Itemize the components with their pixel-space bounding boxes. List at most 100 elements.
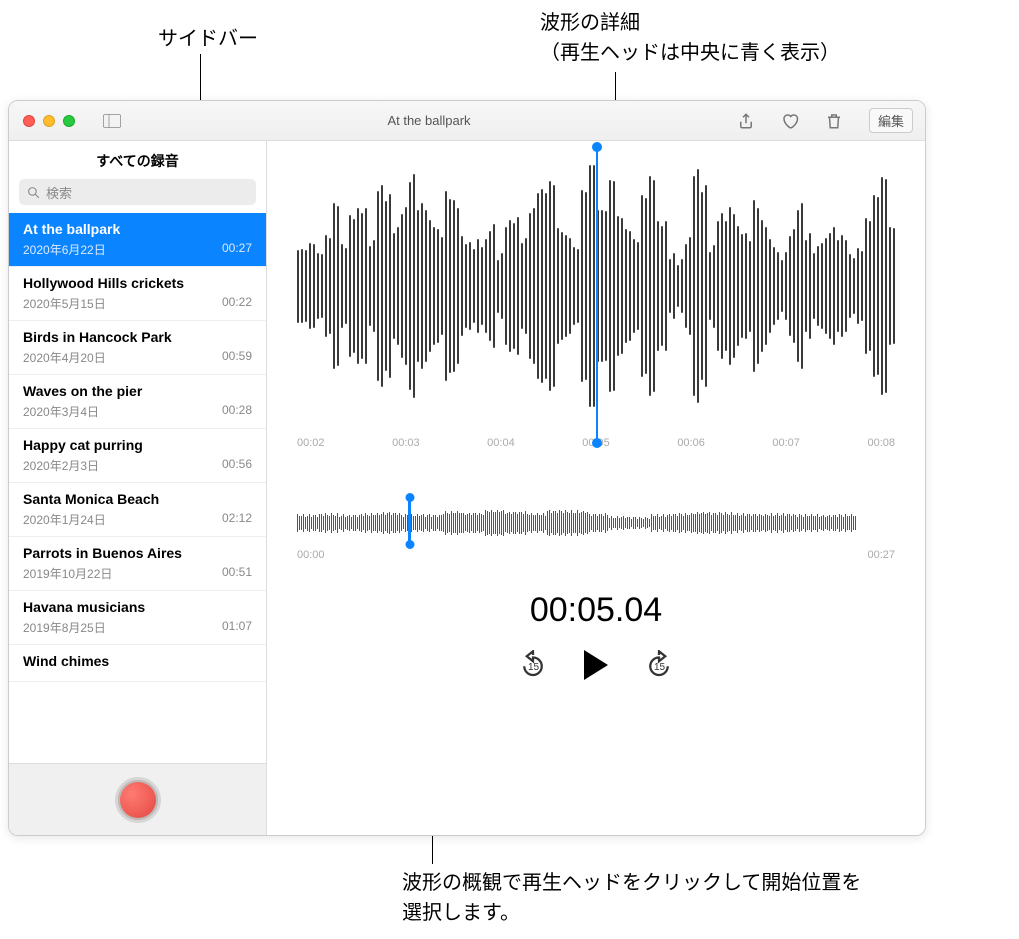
overview-bar xyxy=(667,515,668,530)
heart-icon[interactable] xyxy=(781,112,799,130)
playhead-detail[interactable] xyxy=(596,147,598,443)
overview-bar xyxy=(399,513,400,534)
waveform-bar xyxy=(781,260,783,312)
overview-bar xyxy=(745,516,746,530)
list-item[interactable]: Havana musicians 2019年8月25日01:07 xyxy=(9,591,266,645)
item-date: 2020年4月20日 xyxy=(23,349,106,366)
waveform-bar xyxy=(537,193,539,378)
overview-bar xyxy=(325,513,326,532)
waveform-bar xyxy=(333,203,335,370)
waveform-bar xyxy=(373,240,375,332)
rewind-15-icon[interactable]: 15 xyxy=(518,650,548,680)
overview-bar xyxy=(809,516,810,529)
overview-bar xyxy=(319,514,320,532)
overview-bar xyxy=(499,512,500,534)
overview-bar xyxy=(345,517,346,529)
list-item[interactable]: Parrots in Buenos Aires 2019年10月22日00:51 xyxy=(9,537,266,591)
overview-bar xyxy=(299,516,300,529)
overview-bar xyxy=(519,512,520,535)
callout-sidebar: サイドバー xyxy=(158,24,258,54)
overview-bar xyxy=(831,517,832,528)
overview-bar xyxy=(459,513,460,532)
share-icon[interactable] xyxy=(737,112,755,130)
overview-bar xyxy=(419,516,420,530)
overview-bar xyxy=(725,512,726,534)
overview-bar xyxy=(343,514,344,531)
item-date: 2020年5月15日 xyxy=(23,295,106,312)
overview-bar xyxy=(711,515,712,532)
sidebar-toggle-icon[interactable] xyxy=(103,114,121,128)
waveform-overview[interactable]: 00:00 00:27 xyxy=(297,501,895,561)
edit-button[interactable]: 編集 xyxy=(869,108,913,133)
overview-bar xyxy=(591,516,592,530)
waveform-bar xyxy=(561,232,563,341)
waveform-bar xyxy=(349,215,351,357)
waveform-bar xyxy=(513,223,515,350)
overview-bar xyxy=(317,517,318,529)
tick-label: 00:08 xyxy=(867,437,895,449)
zoom-icon[interactable] xyxy=(63,115,75,127)
waveform-bar xyxy=(809,233,811,339)
waveform-bar xyxy=(621,218,623,354)
waveform-bar xyxy=(501,253,503,320)
sidebar: すべての録音 検索 At the ballpark 2020年6月22日00:2… xyxy=(9,141,267,835)
waveform-bar xyxy=(365,208,367,364)
waveform-bar xyxy=(481,247,483,325)
forward-15-icon[interactable]: 15 xyxy=(644,650,674,680)
overview-bar xyxy=(761,515,762,532)
item-name: Waves on the pier xyxy=(23,383,252,399)
overview-bar xyxy=(815,516,816,530)
waveform-bar xyxy=(869,221,871,351)
overview-bar xyxy=(457,511,458,535)
overview-bar xyxy=(755,514,756,531)
overview-bar xyxy=(353,515,354,531)
waveform-bar xyxy=(721,213,723,359)
search-input[interactable]: 検索 xyxy=(19,179,256,205)
waveform-bar xyxy=(805,240,807,332)
list-item[interactable]: Santa Monica Beach 2020年1月24日02:12 xyxy=(9,483,266,537)
play-button[interactable] xyxy=(584,650,608,680)
waveform-detail[interactable]: 00:0200:0300:0400:0500:0600:0700:08 xyxy=(267,141,925,471)
overview-bar xyxy=(543,513,544,533)
list-item[interactable]: Waves on the pier 2020年3月4日00:28 xyxy=(9,375,266,429)
tick-label: 00:07 xyxy=(772,437,800,449)
item-date: 2019年10月22日 xyxy=(23,565,112,582)
overview-bar xyxy=(835,515,836,530)
overview-bar xyxy=(691,513,692,533)
list-item[interactable]: Hollywood Hills crickets 2020年5月15日00:22 xyxy=(9,267,266,321)
list-item[interactable]: Wind chimes xyxy=(9,645,266,682)
overview-bar xyxy=(517,514,518,532)
waveform-bar xyxy=(361,213,363,359)
waveform-bar xyxy=(761,220,763,353)
overview-bar xyxy=(485,510,486,536)
playhead-overview[interactable] xyxy=(408,497,411,545)
waveform-bar xyxy=(425,210,427,361)
close-icon[interactable] xyxy=(23,115,35,127)
overview-bar xyxy=(439,515,440,532)
overview-bar xyxy=(329,516,330,530)
record-button[interactable] xyxy=(115,777,161,823)
overview-bar xyxy=(649,519,650,527)
waveform-bar xyxy=(893,228,895,345)
overview-bar xyxy=(321,514,322,531)
list-item[interactable]: Birds in Hancock Park 2020年4月20日00:59 xyxy=(9,321,266,375)
overview-start: 00:00 xyxy=(297,549,325,561)
trash-icon[interactable] xyxy=(825,112,843,130)
overview-bar xyxy=(841,515,842,530)
minimize-icon[interactable] xyxy=(43,115,55,127)
overview-bar xyxy=(471,515,472,530)
list-item[interactable]: At the ballpark 2020年6月22日00:27 xyxy=(9,213,266,267)
overview-bar xyxy=(817,514,818,531)
overview-bar xyxy=(559,510,560,535)
overview-bar xyxy=(339,517,340,530)
waveform-bar xyxy=(493,224,495,348)
overview-bar xyxy=(777,513,778,533)
list-item[interactable]: Happy cat purring 2020年2月3日00:56 xyxy=(9,429,266,483)
overview-bar xyxy=(813,516,814,529)
overview-bar xyxy=(429,514,430,531)
waveform-bar xyxy=(585,192,587,381)
overview-bar xyxy=(445,511,446,535)
titlebar: At the ballpark 編集 xyxy=(9,101,925,141)
overview-bar xyxy=(493,512,494,535)
overview-bar xyxy=(551,513,552,533)
